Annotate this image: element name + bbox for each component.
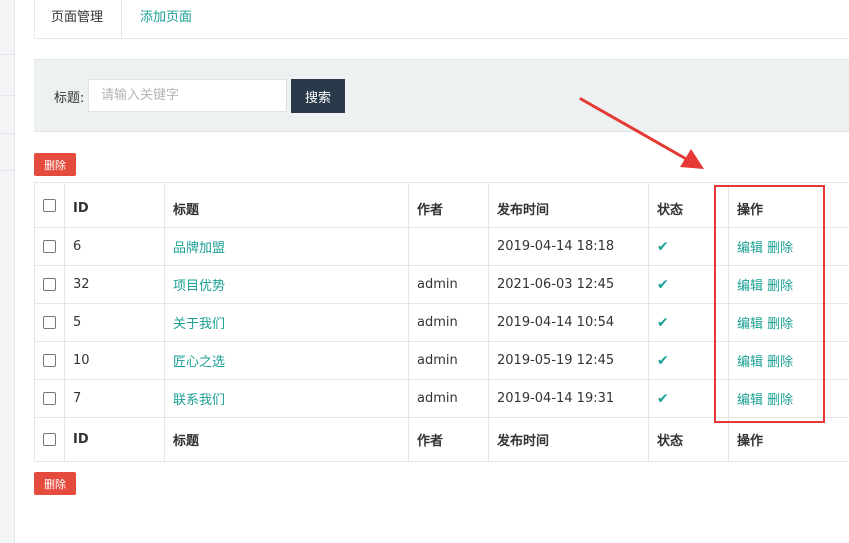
- cell-title-link[interactable]: 联系我们: [164, 379, 409, 418]
- column-header-author: 作者: [408, 182, 489, 228]
- sidebar-divider: [0, 54, 14, 55]
- cell-operations: 编辑 删除: [728, 303, 849, 342]
- table-row: 7 联系我们 admin 2019-04-14 19:31 ✔ 编辑 删除: [34, 379, 849, 418]
- check-icon: ✔: [657, 352, 669, 369]
- search-input[interactable]: [88, 79, 287, 112]
- sidebar-divider: [0, 133, 14, 134]
- footer-header-id: ID: [64, 417, 165, 462]
- bulk-delete-button-top[interactable]: 删除: [34, 153, 76, 176]
- cell-status: ✔: [648, 379, 729, 418]
- table-row: 32 项目优势 admin 2021-06-03 12:45 ✔ 编辑 删除: [34, 265, 849, 304]
- cell-id: 7: [64, 379, 165, 418]
- column-header-time: 发布时间: [488, 182, 649, 228]
- check-icon: ✔: [657, 276, 669, 293]
- row-checkbox-cell: [34, 265, 65, 304]
- select-all-checkbox[interactable]: [43, 198, 56, 212]
- check-icon: ✔: [657, 390, 669, 407]
- footer-header-time: 发布时间: [488, 417, 649, 462]
- table-row: 10 匠心之选 admin 2019-05-19 12:45 ✔ 编辑 删除: [34, 341, 849, 380]
- select-all-checkbox-footer[interactable]: [43, 433, 56, 446]
- row-checkbox-cell: [34, 227, 65, 266]
- table-row: 6 品牌加盟 2019-04-14 18:18 ✔ 编辑 删除: [34, 227, 849, 266]
- pages-table: ID 标题 作者 发布时间 状态 操作 6 品牌加盟 2019-04-14 18…: [34, 182, 849, 462]
- cell-title-link[interactable]: 关于我们: [164, 303, 409, 342]
- column-header-title: 标题: [164, 182, 409, 228]
- row-checkbox[interactable]: [43, 278, 56, 291]
- cell-author: admin: [408, 379, 489, 418]
- header-checkbox-cell: [34, 182, 65, 228]
- cell-title-link[interactable]: 项目优势: [164, 265, 409, 304]
- edit-link[interactable]: 编辑: [737, 393, 763, 408]
- cell-operations: 编辑 删除: [728, 265, 849, 304]
- row-checkbox[interactable]: [43, 240, 56, 253]
- cell-time: 2021-06-03 12:45: [488, 265, 649, 304]
- table-row: 5 关于我们 admin 2019-04-14 10:54 ✔ 编辑 删除: [34, 303, 849, 342]
- cell-operations: 编辑 删除: [728, 341, 849, 380]
- edit-link[interactable]: 编辑: [737, 355, 763, 370]
- column-header-id: ID: [64, 182, 165, 228]
- cell-operations: 编辑 删除: [728, 379, 849, 418]
- check-icon: ✔: [657, 314, 669, 331]
- delete-link[interactable]: 删除: [767, 317, 793, 332]
- search-label: 标题:: [54, 91, 85, 106]
- cell-title-link[interactable]: 匠心之选: [164, 341, 409, 380]
- table-header-row: ID 标题 作者 发布时间 状态 操作: [34, 182, 849, 228]
- column-header-operations: 操作: [728, 182, 849, 228]
- sidebar-divider: [0, 95, 14, 96]
- cell-title-link[interactable]: 品牌加盟: [164, 227, 409, 266]
- check-icon: ✔: [657, 238, 669, 255]
- cell-status: ✔: [648, 303, 729, 342]
- edit-link[interactable]: 编辑: [737, 317, 763, 332]
- delete-link[interactable]: 删除: [767, 241, 793, 256]
- footer-checkbox-cell: [34, 417, 65, 462]
- delete-link[interactable]: 删除: [767, 393, 793, 408]
- footer-header-title: 标题: [164, 417, 409, 462]
- row-checkbox[interactable]: [43, 316, 56, 329]
- cell-id: 32: [64, 265, 165, 304]
- cell-author: admin: [408, 265, 489, 304]
- sidebar-divider: [0, 170, 14, 171]
- cell-time: 2019-04-14 18:18: [488, 227, 649, 266]
- row-checkbox-cell: [34, 379, 65, 418]
- tab-bar: 页面管理 添加页面: [34, 0, 849, 39]
- row-checkbox-cell: [34, 341, 65, 380]
- column-header-status: 状态: [648, 182, 729, 228]
- cell-time: 2019-05-19 12:45: [488, 341, 649, 380]
- cell-status: ✔: [648, 265, 729, 304]
- delete-link[interactable]: 删除: [767, 279, 793, 294]
- cell-status: ✔: [648, 227, 729, 266]
- left-sidebar-strip: [0, 0, 15, 543]
- footer-header-author: 作者: [408, 417, 489, 462]
- footer-header-status: 状态: [648, 417, 729, 462]
- cell-time: 2019-04-14 10:54: [488, 303, 649, 342]
- edit-link[interactable]: 编辑: [737, 241, 763, 256]
- cell-id: 6: [64, 227, 165, 266]
- tab-page-management[interactable]: 页面管理: [34, 0, 122, 38]
- search-button[interactable]: 搜索: [291, 79, 345, 113]
- row-checkbox[interactable]: [43, 392, 56, 405]
- table-footer-row: ID 标题 作者 发布时间 状态 操作: [34, 417, 849, 462]
- cell-id: 10: [64, 341, 165, 380]
- cell-author: admin: [408, 341, 489, 380]
- bulk-delete-button-bottom[interactable]: 删除: [34, 472, 76, 495]
- cell-author: admin: [408, 303, 489, 342]
- footer-header-operations: 操作: [728, 417, 849, 462]
- row-checkbox[interactable]: [43, 354, 56, 367]
- row-checkbox-cell: [34, 303, 65, 342]
- cell-status: ✔: [648, 341, 729, 380]
- cell-id: 5: [64, 303, 165, 342]
- cell-author: [408, 227, 489, 266]
- edit-link[interactable]: 编辑: [737, 279, 763, 294]
- tab-add-page[interactable]: 添加页面: [124, 0, 208, 38]
- cell-operations: 编辑 删除: [728, 227, 849, 266]
- cell-time: 2019-04-14 19:31: [488, 379, 649, 418]
- search-panel: 标题: 搜索: [34, 59, 849, 132]
- delete-link[interactable]: 删除: [767, 355, 793, 370]
